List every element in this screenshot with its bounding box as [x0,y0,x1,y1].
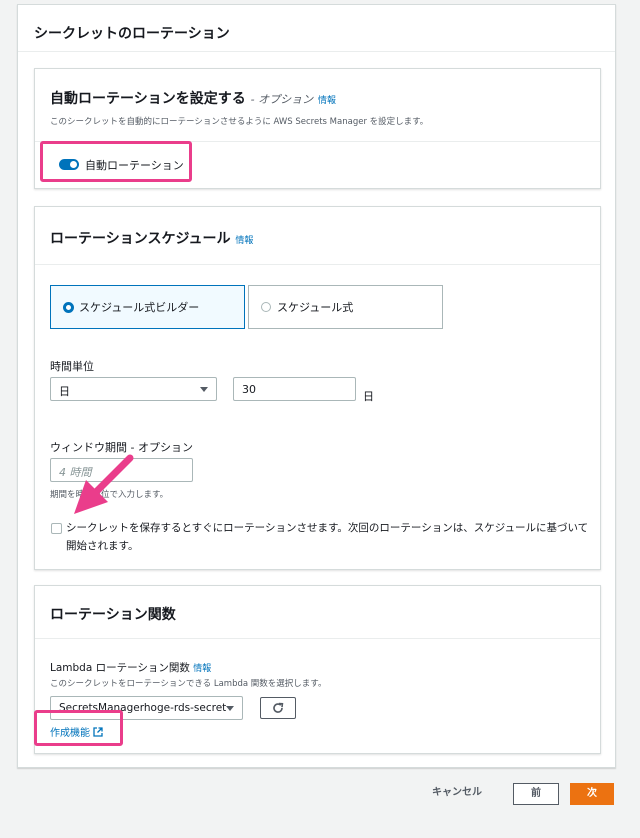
refresh-icon [273,702,284,713]
secret-rotation-container: シークレットのローテーション 自動ローテーションを設定する - オプション 情報… [17,4,616,768]
schedule-builder-option[interactable]: スケジュール式ビルダー [50,285,245,329]
time-unit-label: 時間単位 [50,360,94,373]
rotation-function-title: ローテーション関数 [50,607,176,623]
caret-down-icon [200,387,208,392]
schedule-builder-label: スケジュール式ビルダー [79,301,200,314]
info-link[interactable]: 情報 [235,236,253,246]
lambda-description: このシークレットをローテーションできる Lambda 関数を選択します。 [50,679,327,689]
highlight-box [40,141,192,182]
interval-input[interactable]: 30 [233,377,356,401]
highlight-box [34,710,123,746]
divider [35,638,600,639]
info-link[interactable]: 情報 [193,664,211,674]
caret-down-icon [226,706,234,711]
immediate-rotation-label: シークレットを保存するとすぐにローテーションさせます。次回のローテーションは、ス… [66,522,589,552]
rotation-schedule-heading: ローテーションスケジュール 情報 [50,228,253,248]
divider [35,264,600,265]
auto-rotation-heading: 自動ローテーションを設定する - オプション 情報 [50,88,336,108]
refresh-button[interactable] [260,697,296,719]
lambda-function-label: Lambda ローテーション関数 [50,662,190,674]
auto-rotation-description: このシークレットを自動的にローテーションさせるように AWS Secrets M… [50,117,429,127]
annotation-arrow-icon [74,454,134,514]
previous-button[interactable]: 前 [513,783,559,805]
schedule-expression-option[interactable]: スケジュール式 [248,285,443,329]
interval-value: 30 [242,383,256,396]
interval-unit-label: 日 [363,390,374,403]
auto-rotation-title: 自動ローテーションを設定する [50,91,246,107]
radio-unselected[interactable] [261,302,271,312]
schedule-expression-label: スケジュール式 [277,301,354,314]
time-unit-select[interactable]: 日 [50,377,217,401]
optional-label: - オプション [250,93,314,106]
radio-selected[interactable] [63,302,74,313]
next-button[interactable]: 次 [570,783,614,805]
cancel-button[interactable]: キャンセル [420,783,494,805]
time-unit-value: 日 [59,385,70,398]
divider [18,51,615,52]
lambda-label-row: Lambda ローテーション関数 情報 [50,660,211,675]
rotation-schedule-title: ローテーションスケジュール [50,231,231,247]
info-link[interactable]: 情報 [318,96,336,106]
section-title: シークレットのローテーション [34,26,230,42]
